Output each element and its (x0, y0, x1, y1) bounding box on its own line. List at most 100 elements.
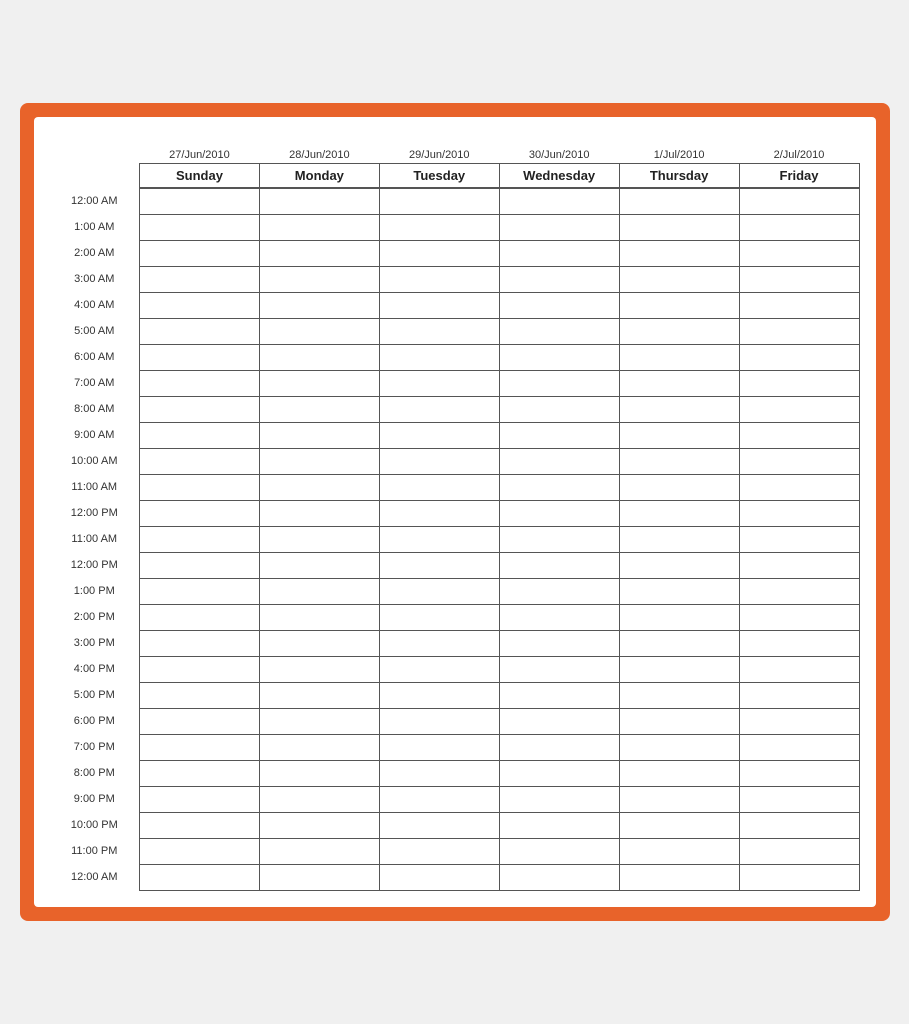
cell-13-3[interactable] (499, 526, 619, 552)
cell-22-1[interactable] (259, 760, 379, 786)
cell-25-2[interactable] (379, 838, 499, 864)
cell-16-2[interactable] (379, 604, 499, 630)
cell-0-2[interactable] (379, 188, 499, 214)
cell-12-3[interactable] (499, 500, 619, 526)
cell-11-2[interactable] (379, 474, 499, 500)
cell-8-1[interactable] (259, 396, 379, 422)
cell-0-3[interactable] (499, 188, 619, 214)
cell-17-3[interactable] (499, 630, 619, 656)
cell-22-5[interactable] (739, 760, 859, 786)
cell-2-3[interactable] (499, 240, 619, 266)
cell-26-5[interactable] (739, 864, 859, 890)
cell-17-0[interactable] (140, 630, 260, 656)
cell-0-1[interactable] (259, 188, 379, 214)
cell-10-5[interactable] (739, 448, 859, 474)
cell-26-4[interactable] (619, 864, 739, 890)
cell-17-2[interactable] (379, 630, 499, 656)
cell-14-0[interactable] (140, 552, 260, 578)
cell-19-5[interactable] (739, 682, 859, 708)
cell-16-1[interactable] (259, 604, 379, 630)
cell-24-3[interactable] (499, 812, 619, 838)
cell-20-3[interactable] (499, 708, 619, 734)
cell-19-2[interactable] (379, 682, 499, 708)
cell-19-0[interactable] (140, 682, 260, 708)
cell-2-5[interactable] (739, 240, 859, 266)
cell-18-1[interactable] (259, 656, 379, 682)
cell-7-4[interactable] (619, 370, 739, 396)
cell-4-3[interactable] (499, 292, 619, 318)
cell-23-4[interactable] (619, 786, 739, 812)
cell-3-1[interactable] (259, 266, 379, 292)
cell-6-4[interactable] (619, 344, 739, 370)
cell-19-1[interactable] (259, 682, 379, 708)
cell-23-2[interactable] (379, 786, 499, 812)
cell-14-4[interactable] (619, 552, 739, 578)
cell-4-0[interactable] (140, 292, 260, 318)
cell-5-4[interactable] (619, 318, 739, 344)
cell-10-0[interactable] (140, 448, 260, 474)
cell-21-0[interactable] (140, 734, 260, 760)
cell-7-1[interactable] (259, 370, 379, 396)
cell-21-5[interactable] (739, 734, 859, 760)
cell-25-0[interactable] (140, 838, 260, 864)
cell-1-5[interactable] (739, 214, 859, 240)
cell-17-4[interactable] (619, 630, 739, 656)
cell-22-3[interactable] (499, 760, 619, 786)
cell-21-4[interactable] (619, 734, 739, 760)
cell-24-5[interactable] (739, 812, 859, 838)
cell-3-3[interactable] (499, 266, 619, 292)
cell-23-3[interactable] (499, 786, 619, 812)
cell-13-0[interactable] (140, 526, 260, 552)
cell-21-1[interactable] (259, 734, 379, 760)
cell-9-5[interactable] (739, 422, 859, 448)
cell-1-2[interactable] (379, 214, 499, 240)
cell-9-2[interactable] (379, 422, 499, 448)
cell-15-5[interactable] (739, 578, 859, 604)
cell-5-0[interactable] (140, 318, 260, 344)
cell-14-2[interactable] (379, 552, 499, 578)
cell-10-2[interactable] (379, 448, 499, 474)
cell-17-5[interactable] (739, 630, 859, 656)
cell-23-5[interactable] (739, 786, 859, 812)
cell-17-1[interactable] (259, 630, 379, 656)
cell-15-1[interactable] (259, 578, 379, 604)
cell-20-1[interactable] (259, 708, 379, 734)
cell-22-4[interactable] (619, 760, 739, 786)
cell-12-5[interactable] (739, 500, 859, 526)
cell-5-2[interactable] (379, 318, 499, 344)
cell-11-5[interactable] (739, 474, 859, 500)
cell-12-1[interactable] (259, 500, 379, 526)
cell-1-1[interactable] (259, 214, 379, 240)
cell-15-3[interactable] (499, 578, 619, 604)
cell-25-3[interactable] (499, 838, 619, 864)
cell-16-5[interactable] (739, 604, 859, 630)
cell-8-2[interactable] (379, 396, 499, 422)
cell-8-4[interactable] (619, 396, 739, 422)
cell-10-4[interactable] (619, 448, 739, 474)
cell-6-1[interactable] (259, 344, 379, 370)
cell-3-5[interactable] (739, 266, 859, 292)
cell-11-4[interactable] (619, 474, 739, 500)
cell-12-2[interactable] (379, 500, 499, 526)
cell-9-3[interactable] (499, 422, 619, 448)
cell-20-5[interactable] (739, 708, 859, 734)
cell-25-5[interactable] (739, 838, 859, 864)
cell-14-5[interactable] (739, 552, 859, 578)
cell-9-1[interactable] (259, 422, 379, 448)
cell-1-3[interactable] (499, 214, 619, 240)
cell-15-4[interactable] (619, 578, 739, 604)
cell-7-0[interactable] (140, 370, 260, 396)
cell-13-1[interactable] (259, 526, 379, 552)
cell-22-2[interactable] (379, 760, 499, 786)
cell-20-2[interactable] (379, 708, 499, 734)
cell-26-2[interactable] (379, 864, 499, 890)
cell-24-0[interactable] (140, 812, 260, 838)
cell-5-1[interactable] (259, 318, 379, 344)
cell-9-0[interactable] (140, 422, 260, 448)
cell-7-5[interactable] (739, 370, 859, 396)
cell-4-5[interactable] (739, 292, 859, 318)
cell-14-1[interactable] (259, 552, 379, 578)
cell-8-5[interactable] (739, 396, 859, 422)
cell-25-1[interactable] (259, 838, 379, 864)
cell-2-1[interactable] (259, 240, 379, 266)
